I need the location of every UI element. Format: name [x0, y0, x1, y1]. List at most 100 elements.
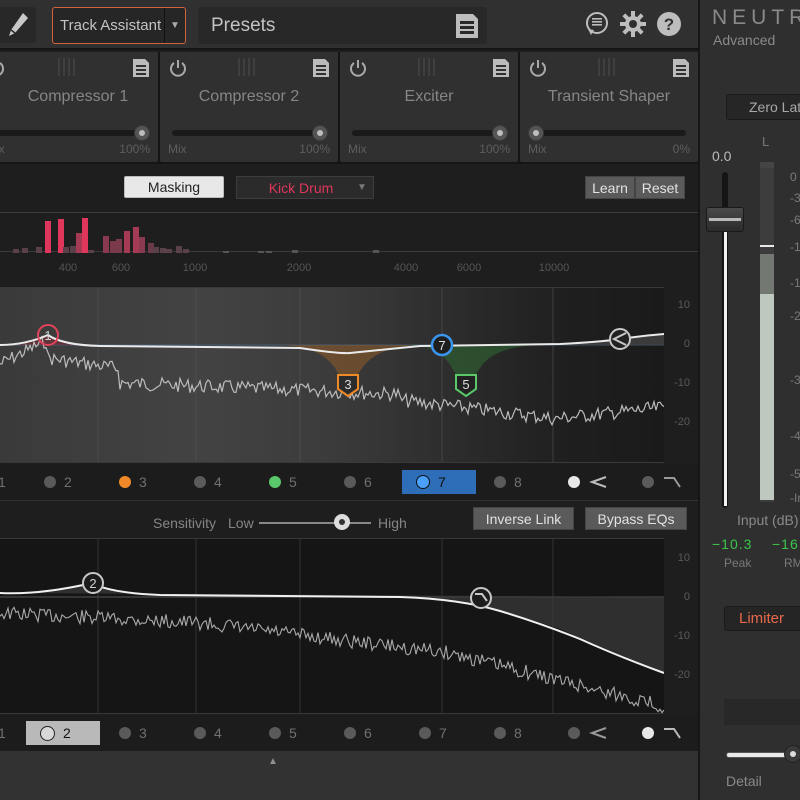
module-transient-shaper[interactable]: Transient Shaper Mix 0% — [520, 52, 698, 162]
track-assistant-dropdown-icon[interactable]: ▼ — [164, 8, 185, 43]
histogram-bar — [166, 249, 172, 253]
eq1-band-2[interactable]: 2 — [44, 470, 72, 494]
eq2-node-2[interactable]: 2 — [82, 572, 104, 594]
eq1-band-3[interactable]: 3 — [119, 470, 147, 494]
shelf-icon — [589, 476, 607, 488]
power-icon[interactable] — [0, 58, 6, 78]
edit-button[interactable] — [0, 7, 36, 43]
module-preset-icon[interactable] — [672, 58, 690, 78]
drag-handle-icon[interactable] — [236, 58, 258, 76]
mix-slider-track[interactable] — [0, 130, 146, 136]
band-dot — [44, 476, 56, 488]
expand-arrow-icon[interactable]: ▲ — [268, 756, 278, 767]
inverse-link-button[interactable]: Inverse Link — [473, 507, 574, 530]
eq1-band-4[interactable]: 4 — [194, 470, 222, 494]
eq2-band-low-pass[interactable] — [642, 721, 682, 745]
module-preset-icon[interactable] — [312, 58, 330, 78]
eq1-band-7-selected[interactable]: 7 — [402, 470, 476, 494]
eq2-band-3[interactable]: 3 — [119, 721, 147, 745]
eq2-band-4[interactable]: 4 — [194, 721, 222, 745]
eq2-band-7[interactable]: 7 — [419, 721, 447, 745]
masking-histogram — [0, 212, 698, 253]
module-compressor-2[interactable]: Compressor 2 Mix 100% — [160, 52, 338, 162]
detail-slider-knob[interactable] — [784, 745, 800, 763]
eq1-band-high-shelf[interactable] — [568, 470, 608, 494]
histogram-bar — [45, 221, 51, 253]
drag-handle-icon[interactable] — [416, 58, 438, 76]
eq2-band-8[interactable]: 8 — [494, 721, 522, 745]
drag-handle-icon[interactable] — [596, 58, 618, 76]
bottom-drawer: ▲ — [0, 751, 698, 800]
track-assistant-button[interactable]: Track Assistant ▼ — [52, 7, 186, 44]
histogram-bar — [36, 247, 42, 253]
mix-slider-knob[interactable] — [312, 125, 328, 141]
module-name: Exciter — [404, 88, 454, 105]
module-exciter[interactable]: Exciter Mix 100% — [340, 52, 518, 162]
help-button[interactable]: ? — [655, 10, 683, 38]
power-icon[interactable] — [348, 58, 368, 78]
band-dot — [344, 727, 356, 739]
bypass-eqs-button[interactable]: Bypass EQs — [585, 507, 687, 530]
eq1-node-high-shelf[interactable] — [609, 328, 631, 350]
sensitivity-slider-knob[interactable] — [334, 514, 350, 530]
masking-source-select[interactable]: Kick Drum ▼ — [236, 176, 374, 199]
edition-label: Advanced — [713, 32, 776, 48]
module-preset-icon[interactable] — [132, 58, 150, 78]
mix-slider-track[interactable] — [352, 130, 506, 136]
mix-slider-track[interactable] — [532, 130, 686, 136]
module-compressor-1[interactable]: Compressor 1 Mix 100% — [0, 52, 158, 162]
eq2-db-scale: 10 0 -10 -20 — [664, 538, 698, 714]
eq-display-current-track[interactable]: 1 3 7 5 — [0, 287, 664, 463]
mix-slider-track[interactable] — [172, 130, 326, 136]
peak-label: Peak — [724, 556, 752, 570]
history-button[interactable] — [583, 10, 611, 38]
eq1-node-7[interactable]: 7 — [430, 333, 454, 357]
eq-display-masker-track[interactable]: 2 — [0, 538, 664, 714]
presets-button[interactable]: Presets — [198, 7, 487, 44]
eq2-band-high-shelf[interactable] — [568, 721, 608, 745]
histogram-bar — [292, 250, 298, 253]
detail-slider-track[interactable] — [726, 752, 790, 758]
settings-button[interactable] — [619, 10, 647, 38]
histogram-bar — [88, 250, 94, 253]
masking-button[interactable]: Masking — [124, 176, 224, 198]
input-gain-value[interactable]: 0.0 — [712, 148, 731, 164]
eq1-band-1[interactable]: 1 — [0, 470, 6, 494]
module-preset-icon[interactable] — [492, 58, 510, 78]
learn-button[interactable]: Learn — [585, 176, 635, 199]
eq1-graph[interactable]: 1 3 7 5 — [0, 288, 664, 463]
eq1-band-selector: 1 2 3 4 5 6 7 8 — [0, 464, 698, 500]
eq1-node-5[interactable]: 5 — [455, 374, 477, 398]
meter-tick: -3 — [790, 191, 800, 205]
eq2-band-5[interactable]: 5 — [269, 721, 297, 745]
track-assistant-label: Track Assistant — [60, 17, 162, 34]
mix-slider-knob[interactable] — [134, 125, 150, 141]
histogram-bar — [176, 246, 182, 253]
input-gain-fader-thumb[interactable] — [706, 207, 744, 232]
eq2-band-2-selected[interactable]: 2 — [26, 721, 100, 745]
band-dot — [194, 476, 206, 488]
eq2-band-6[interactable]: 6 — [344, 721, 372, 745]
power-icon[interactable] — [528, 58, 548, 78]
power-icon[interactable] — [168, 58, 188, 78]
zero-latency-button[interactable]: Zero Latency — [726, 94, 800, 120]
eq1-band-6[interactable]: 6 — [344, 470, 372, 494]
freq-tick-label: 10000 — [538, 262, 570, 274]
limiter-button[interactable]: Limiter — [724, 606, 800, 631]
eq2-band-1[interactable]: 1 — [0, 721, 6, 745]
eq1-band-low-pass[interactable] — [642, 470, 682, 494]
freq-tick-label: 6000 — [456, 262, 482, 274]
mix-label: Mix — [348, 142, 367, 156]
drag-handle-icon[interactable] — [56, 58, 78, 76]
output-field[interactable] — [724, 699, 800, 725]
eq1-band-5[interactable]: 5 — [269, 470, 297, 494]
eq1-node-1[interactable]: 1 — [37, 324, 59, 346]
mix-slider-knob[interactable] — [528, 125, 544, 141]
sensitivity-low-label: Low — [228, 515, 254, 531]
reset-button[interactable]: Reset — [635, 176, 685, 199]
mix-slider-knob[interactable] — [492, 125, 508, 141]
eq2-graph[interactable]: 2 — [0, 539, 664, 714]
eq2-node-low-pass[interactable] — [470, 587, 492, 609]
eq1-band-8[interactable]: 8 — [494, 470, 522, 494]
sensitivity-slider-track[interactable] — [259, 522, 371, 524]
